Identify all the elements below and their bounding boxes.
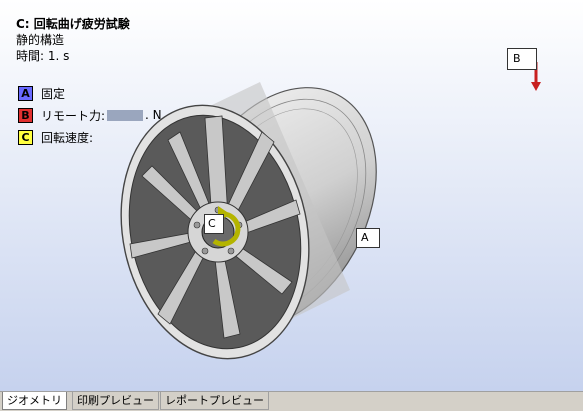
tag-b-label: B bbox=[513, 52, 521, 65]
tag-c-label: C bbox=[208, 217, 216, 230]
tag-a-box[interactable]: A bbox=[356, 228, 380, 248]
tab-geometry[interactable]: ジオメトリ bbox=[2, 392, 67, 410]
tab-report-preview[interactable]: レポートプレビュー bbox=[160, 392, 269, 410]
tag-a-label: A bbox=[361, 231, 369, 244]
tag-b-box[interactable]: B bbox=[507, 48, 537, 70]
view-tabs: ジオメトリ 印刷プレビュー レポートプレビュー bbox=[0, 391, 583, 411]
tab-print-preview[interactable]: 印刷プレビュー bbox=[72, 392, 159, 410]
tag-c-box[interactable]: C bbox=[204, 214, 224, 234]
wheel-model[interactable] bbox=[0, 0, 583, 391]
graphics-viewport[interactable]: C: 回転曲げ疲労試験 静的構造 時間: 1. s A 固定 B リモート力: … bbox=[0, 0, 583, 391]
